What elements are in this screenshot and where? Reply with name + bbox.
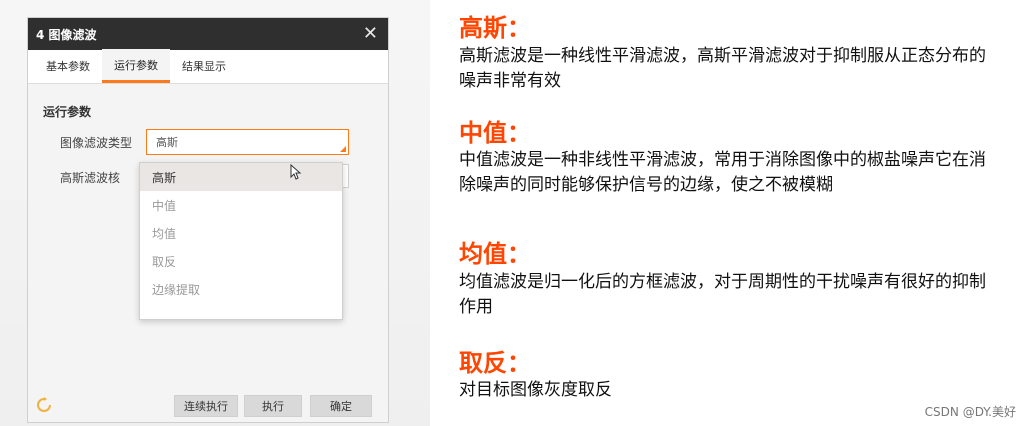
dropdown-option-gaussian[interactable]: 高斯: [140, 163, 342, 191]
note-text-gaussian: 高斯滤波是一种线性平滑滤波，高斯平滑滤波对于抑制服从正态分布的噪声非常有效: [459, 46, 986, 91]
dropdown-corner-icon: [340, 146, 346, 152]
refresh-icon[interactable]: [36, 397, 52, 413]
dialog-titlebar: 4 图像滤波 ✕: [28, 18, 388, 50]
note-text-mean: 均值滤波是归一化后的方框滤波，对于周期性的干扰噪声有很好的抑制作用: [459, 272, 986, 317]
tab-bar: 基本参数 运行参数 结果显示: [28, 49, 388, 84]
note-heading-median: 中值：: [459, 119, 531, 147]
tab-result-display[interactable]: 结果显示: [170, 49, 238, 83]
filter-type-value: 高斯: [156, 136, 178, 149]
kernel-label: 高斯滤波核: [60, 171, 121, 185]
note-heading-gaussian: 高斯：: [459, 14, 531, 42]
filter-type-label: 图像滤波类型: [60, 136, 133, 150]
section-title: 运行参数: [43, 105, 92, 119]
tab-run-params[interactable]: 运行参数: [102, 49, 170, 83]
image-filter-dialog: 4 图像滤波 ✕ 基本参数 运行参数 结果显示 运行参数 图像滤波类型 高斯 高…: [27, 17, 389, 423]
filter-type-dropdown: 高斯 中值 均值 取反 边缘提取: [139, 162, 343, 320]
note-heading-mean: 均值：: [459, 240, 531, 268]
dropdown-option-invert[interactable]: 取反: [140, 247, 342, 275]
note-text-median: 中值滤波是一种非线性平滑滤波，常用于消除图像中的椒盐噪声它在消除噪声的同时能够保…: [459, 150, 986, 195]
dropdown-option-mean[interactable]: 均值: [140, 219, 342, 247]
confirm-button[interactable]: 确定: [310, 395, 372, 417]
mouse-cursor-icon: [290, 164, 302, 180]
dialog-footer: 连续执行 执行 确定: [28, 388, 388, 422]
dropdown-option-edge[interactable]: 边缘提取: [140, 275, 342, 303]
continuous-run-button[interactable]: 连续执行: [174, 395, 238, 417]
note-heading-invert: 取反：: [459, 349, 531, 377]
watermark: CSDN @DY.美好: [924, 405, 1016, 419]
tab-basic-params[interactable]: 基本参数: [34, 49, 102, 83]
dialog-title: 4 图像滤波: [36, 27, 97, 42]
close-icon[interactable]: ✕: [363, 25, 378, 43]
note-text-invert: 对目标图像灰度取反: [459, 380, 612, 400]
dropdown-option-median[interactable]: 中值: [140, 191, 342, 219]
run-button[interactable]: 执行: [244, 395, 302, 417]
filter-type-select[interactable]: 高斯: [146, 129, 349, 155]
